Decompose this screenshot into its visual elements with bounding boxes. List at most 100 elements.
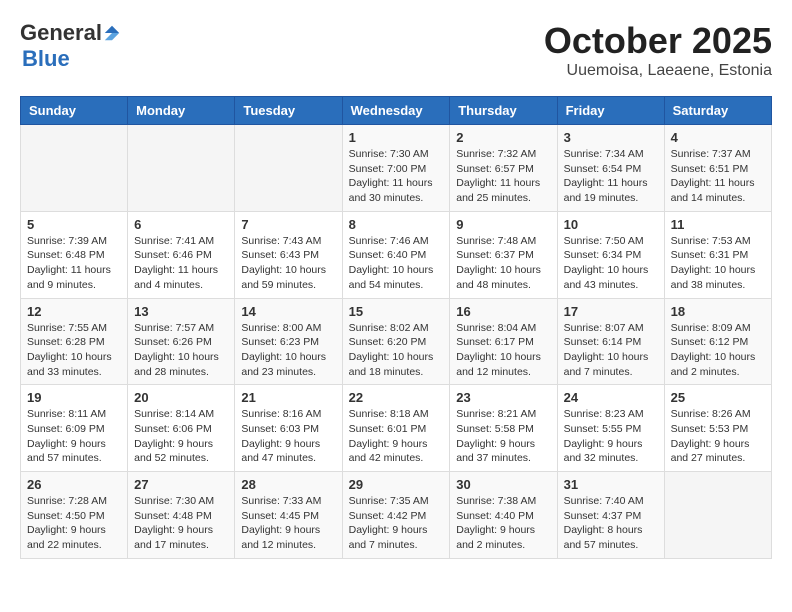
table-cell: 6 Sunrise: 7:41 AM Sunset: 6:46 PM Daylig… [128, 211, 235, 298]
day-info: Sunrise: 7:55 AM Sunset: 6:28 PM Dayligh… [27, 321, 121, 380]
table-cell: 13 Sunrise: 7:57 AM Sunset: 6:26 PM Dayli… [128, 298, 235, 385]
table-cell: 29 Sunrise: 7:35 AM Sunset: 4:42 PM Dayli… [342, 472, 450, 559]
day-info: Sunrise: 7:34 AM Sunset: 6:54 PM Dayligh… [564, 147, 658, 206]
table-cell: 24 Sunrise: 8:23 AM Sunset: 5:55 PM Dayli… [557, 385, 664, 472]
day-number: 31 [564, 477, 658, 492]
table-cell: 26Sunrise: 7:28 AM Sunset: 4:50 PM Dayli… [21, 472, 128, 559]
day-number: 18 [671, 304, 765, 319]
table-cell: 31 Sunrise: 7:40 AM Sunset: 4:37 PM Dayli… [557, 472, 664, 559]
table-cell: 1 Sunrise: 7:30 AM Sunset: 7:00 PM Daylig… [342, 125, 450, 212]
header-saturday: Saturday [664, 97, 771, 125]
header-tuesday: Tuesday [235, 97, 342, 125]
day-info: Sunrise: 8:21 AM Sunset: 5:58 PM Dayligh… [456, 407, 550, 466]
week-row-4: 19Sunrise: 8:11 AM Sunset: 6:09 PM Dayli… [21, 385, 772, 472]
table-cell: 20 Sunrise: 8:14 AM Sunset: 6:06 PM Dayli… [128, 385, 235, 472]
month-title: October 2025 [544, 20, 772, 62]
title-block: October 2025 Uuemoisa, Laeaene, Estonia [544, 20, 772, 80]
day-info: Sunrise: 7:37 AM Sunset: 6:51 PM Dayligh… [671, 147, 765, 206]
header-wednesday: Wednesday [342, 97, 450, 125]
table-cell: 10Sunrise: 7:50 AM Sunset: 6:34 PM Dayli… [557, 211, 664, 298]
day-number: 6 [134, 217, 228, 232]
day-info: Sunrise: 7:40 AM Sunset: 4:37 PM Dayligh… [564, 494, 658, 553]
day-info: Sunrise: 7:35 AM Sunset: 4:42 PM Dayligh… [349, 494, 444, 553]
day-number: 10 [564, 217, 658, 232]
table-cell: 19Sunrise: 8:11 AM Sunset: 6:09 PM Dayli… [21, 385, 128, 472]
day-number: 13 [134, 304, 228, 319]
day-info: Sunrise: 8:14 AM Sunset: 6:06 PM Dayligh… [134, 407, 228, 466]
calendar-table: Sunday Monday Tuesday Wednesday Thursday… [20, 96, 772, 559]
logo-icon [103, 24, 121, 42]
header-thursday: Thursday [450, 97, 557, 125]
day-info: Sunrise: 7:41 AM Sunset: 6:46 PM Dayligh… [134, 234, 228, 293]
week-row-1: 1 Sunrise: 7:30 AM Sunset: 7:00 PM Daylig… [21, 125, 772, 212]
table-cell: 21Sunrise: 8:16 AM Sunset: 6:03 PM Dayli… [235, 385, 342, 472]
day-info: Sunrise: 7:43 AM Sunset: 6:43 PM Dayligh… [241, 234, 335, 293]
day-info: Sunrise: 7:57 AM Sunset: 6:26 PM Dayligh… [134, 321, 228, 380]
day-number: 2 [456, 130, 550, 145]
logo-general: General [20, 20, 102, 46]
day-info: Sunrise: 8:00 AM Sunset: 6:23 PM Dayligh… [241, 321, 335, 380]
table-cell: 5Sunrise: 7:39 AM Sunset: 6:48 PM Daylig… [21, 211, 128, 298]
table-cell: 22Sunrise: 8:18 AM Sunset: 6:01 PM Dayli… [342, 385, 450, 472]
day-number: 29 [349, 477, 444, 492]
header-friday: Friday [557, 97, 664, 125]
table-cell: 11 Sunrise: 7:53 AM Sunset: 6:31 PM Dayli… [664, 211, 771, 298]
day-info: Sunrise: 7:28 AM Sunset: 4:50 PM Dayligh… [27, 494, 121, 553]
day-number: 17 [564, 304, 658, 319]
day-number: 20 [134, 390, 228, 405]
day-number: 15 [349, 304, 444, 319]
table-cell [128, 125, 235, 212]
day-number: 9 [456, 217, 550, 232]
calendar-header: Sunday Monday Tuesday Wednesday Thursday… [21, 97, 772, 125]
logo-blue: Blue [22, 46, 70, 71]
day-info: Sunrise: 7:33 AM Sunset: 4:45 PM Dayligh… [241, 494, 335, 553]
day-info: Sunrise: 7:32 AM Sunset: 6:57 PM Dayligh… [456, 147, 550, 206]
page-header: General Blue October 2025 Uuemoisa, Laea… [20, 20, 772, 80]
day-info: Sunrise: 7:39 AM Sunset: 6:48 PM Dayligh… [27, 234, 121, 293]
day-info: Sunrise: 7:53 AM Sunset: 6:31 PM Dayligh… [671, 234, 765, 293]
header-monday: Monday [128, 97, 235, 125]
table-cell: 7Sunrise: 7:43 AM Sunset: 6:43 PM Daylig… [235, 211, 342, 298]
day-number: 1 [349, 130, 444, 145]
day-number: 23 [456, 390, 550, 405]
table-cell [235, 125, 342, 212]
day-info: Sunrise: 8:23 AM Sunset: 5:55 PM Dayligh… [564, 407, 658, 466]
day-info: Sunrise: 7:30 AM Sunset: 7:00 PM Dayligh… [349, 147, 444, 206]
table-cell: 27Sunrise: 7:30 AM Sunset: 4:48 PM Dayli… [128, 472, 235, 559]
table-cell: 25Sunrise: 8:26 AM Sunset: 5:53 PM Dayli… [664, 385, 771, 472]
header-sunday: Sunday [21, 97, 128, 125]
location-subtitle: Uuemoisa, Laeaene, Estonia [544, 62, 772, 80]
table-cell: 9 Sunrise: 7:48 AM Sunset: 6:37 PM Daylig… [450, 211, 557, 298]
header-row: Sunday Monday Tuesday Wednesday Thursday… [21, 97, 772, 125]
table-cell: 14 Sunrise: 8:00 AM Sunset: 6:23 PM Dayli… [235, 298, 342, 385]
table-cell: 8Sunrise: 7:46 AM Sunset: 6:40 PM Daylig… [342, 211, 450, 298]
day-number: 24 [564, 390, 658, 405]
day-number: 11 [671, 217, 765, 232]
table-cell: 12Sunrise: 7:55 AM Sunset: 6:28 PM Dayli… [21, 298, 128, 385]
week-row-2: 5Sunrise: 7:39 AM Sunset: 6:48 PM Daylig… [21, 211, 772, 298]
day-number: 14 [241, 304, 335, 319]
day-number: 3 [564, 130, 658, 145]
day-info: Sunrise: 8:18 AM Sunset: 6:01 PM Dayligh… [349, 407, 444, 466]
table-cell: 3 Sunrise: 7:34 AM Sunset: 6:54 PM Daylig… [557, 125, 664, 212]
table-cell: 28 Sunrise: 7:33 AM Sunset: 4:45 PM Dayli… [235, 472, 342, 559]
table-cell [21, 125, 128, 212]
day-info: Sunrise: 8:09 AM Sunset: 6:12 PM Dayligh… [671, 321, 765, 380]
day-number: 25 [671, 390, 765, 405]
table-cell: 17Sunrise: 8:07 AM Sunset: 6:14 PM Dayli… [557, 298, 664, 385]
day-number: 27 [134, 477, 228, 492]
week-row-5: 26Sunrise: 7:28 AM Sunset: 4:50 PM Dayli… [21, 472, 772, 559]
table-cell: 2 Sunrise: 7:32 AM Sunset: 6:57 PM Daylig… [450, 125, 557, 212]
week-row-3: 12Sunrise: 7:55 AM Sunset: 6:28 PM Dayli… [21, 298, 772, 385]
table-cell: 15 Sunrise: 8:02 AM Sunset: 6:20 PM Dayli… [342, 298, 450, 385]
day-number: 4 [671, 130, 765, 145]
day-info: Sunrise: 7:48 AM Sunset: 6:37 PM Dayligh… [456, 234, 550, 293]
calendar-body: 1 Sunrise: 7:30 AM Sunset: 7:00 PM Daylig… [21, 125, 772, 559]
day-number: 16 [456, 304, 550, 319]
day-info: Sunrise: 8:02 AM Sunset: 6:20 PM Dayligh… [349, 321, 444, 380]
day-number: 8 [349, 217, 444, 232]
table-cell: 30Sunrise: 7:38 AM Sunset: 4:40 PM Dayli… [450, 472, 557, 559]
day-number: 28 [241, 477, 335, 492]
table-cell: 18 Sunrise: 8:09 AM Sunset: 6:12 PM Dayli… [664, 298, 771, 385]
table-cell: 4 Sunrise: 7:37 AM Sunset: 6:51 PM Daylig… [664, 125, 771, 212]
